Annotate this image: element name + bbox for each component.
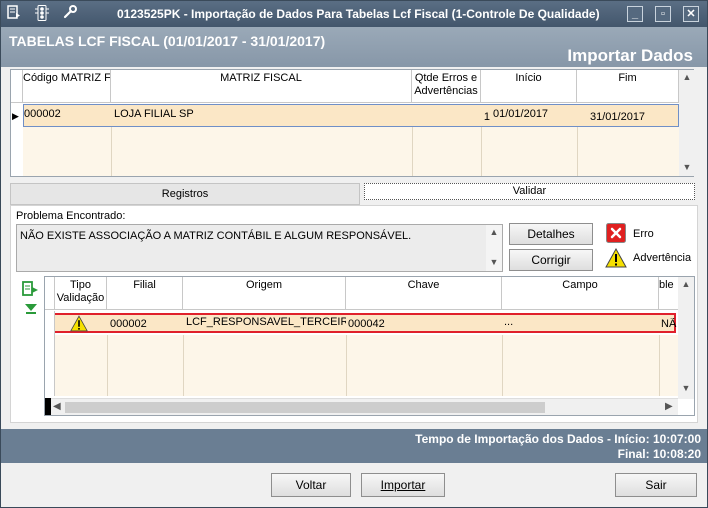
cell-origem: LCF_RESPONSAVEL_TERCEIRO [186, 316, 346, 328]
matriz-grid[interactable]: Código MATRIZ FISCAL MATRIZ FISCAL Qtde … [10, 69, 695, 177]
validation-grid[interactable]: Tipo Validação Filial Origem Chave Campo… [44, 276, 695, 416]
cell-codigo: 000002 [24, 108, 61, 120]
scroll-down-icon[interactable]: ▼ [678, 383, 694, 393]
row-pointer-icon: ▶ [12, 111, 19, 121]
scroll-up-icon[interactable]: ▲ [486, 227, 502, 237]
grid-divider [412, 127, 413, 176]
scroll-up-icon[interactable]: ▲ [678, 279, 694, 289]
status-bar: Tempo de Importação dos Dados - Início: … [1, 429, 707, 463]
scroll-left-icon[interactable]: ◀ [53, 401, 61, 412]
page-header: TABELAS LCF FISCAL (01/01/2017 - 31/01/2… [1, 27, 707, 67]
grid-divider [346, 335, 347, 396]
cell-fim: 31/01/2017 [590, 111, 646, 123]
wrench-icon[interactable] [61, 5, 79, 22]
empty-rows-area [55, 335, 679, 396]
status-start-time: Tempo de Importação dos Dados - Início: … [415, 432, 701, 446]
grid-left-bar [45, 398, 51, 415]
validar-panel: Problema Encontrado: NÃO EXISTE ASSOCIAÇ… [10, 205, 698, 423]
col-header-inicio[interactable]: Início [481, 70, 577, 103]
menu-icon[interactable] [5, 5, 23, 22]
scroll-right-icon[interactable]: ▶ [665, 401, 673, 412]
cell-filial: 000002 [110, 318, 147, 330]
warning-icon [605, 247, 627, 268]
grid-divider [183, 335, 184, 396]
col-header-codigo[interactable]: Código MATRIZ FISCAL [23, 70, 111, 103]
sair-button[interactable]: Sair [615, 473, 697, 497]
grid-divider [659, 335, 660, 396]
cell-qtde: 1 [483, 111, 490, 123]
cell-chave: 000042 [348, 318, 385, 330]
grid-divider [111, 127, 112, 176]
main-window: 0123525PK - Importação de Dados Para Tab… [0, 0, 708, 508]
problem-label: Problema Encontrado: [16, 210, 126, 222]
minimize-button[interactable]: _ [627, 6, 643, 22]
importar-button[interactable]: Importar [361, 473, 445, 497]
hscroll-thumb[interactable] [65, 402, 545, 413]
problem-textbox[interactable]: NÃO EXISTE ASSOCIAÇÃO A MATRIZ CONTÁBIL … [16, 224, 503, 272]
problem-text: NÃO EXISTE ASSOCIAÇÃO A MATRIZ CONTÁBIL … [20, 230, 412, 242]
grid-divider [481, 127, 482, 176]
grid-divider [502, 335, 503, 396]
cell-inicio: 01/01/2017 [493, 108, 549, 120]
window-title: 0123525PK - Importação de Dados Para Tab… [117, 7, 600, 21]
table-row[interactable]: 000002 LOJA FILIAL SP 1 01/01/2017 31/01… [23, 104, 679, 127]
title-bar: 0123525PK - Importação de Dados Para Tab… [1, 1, 707, 27]
col-header-fim[interactable]: Fim [577, 70, 679, 103]
col-header-campo[interactable]: Campo [502, 277, 659, 310]
col-header-chave[interactable]: Chave [346, 277, 502, 310]
col-header-qtde[interactable]: Qtde Erros e Advertências [412, 70, 481, 103]
row-indicator-header [11, 70, 23, 103]
tab-validar[interactable]: Validar [364, 183, 695, 200]
col-header-origem[interactable]: Origem [183, 277, 346, 310]
scroll-down-icon[interactable]: ▼ [679, 162, 695, 172]
tab-label: Validar [512, 185, 547, 197]
warning-icon [70, 315, 88, 332]
table-row[interactable]: 000002 LCF_RESPONSAVEL_TERCEIRO 000042 .… [50, 313, 676, 333]
cell-extra: NÃ [661, 318, 677, 330]
row-indicator-header [45, 277, 55, 310]
validation-grid-hscrollbar[interactable]: ◀ ▶ [45, 398, 678, 415]
row-header-strip [45, 311, 55, 396]
col-header-tipo[interactable]: Tipo Validação [55, 277, 107, 310]
voltar-button[interactable]: Voltar [271, 473, 351, 497]
grid-divider [107, 335, 108, 396]
corrigir-button[interactable]: Corrigir [509, 249, 593, 271]
validation-grid-vscrollbar[interactable]: ▲ ▼ [678, 277, 694, 399]
legend-erro-label: Erro [633, 228, 654, 240]
export-icon[interactable] [21, 280, 39, 298]
scroll-up-icon[interactable]: ▲ [679, 72, 695, 82]
restore-button[interactable]: ▫ [655, 6, 671, 22]
status-end-time: Final: 10:08:20 [617, 447, 701, 461]
page-title: TABELAS LCF FISCAL (01/01/2017 - 31/01/2… [9, 33, 326, 49]
error-icon [606, 223, 626, 243]
page-subtitle: Importar Dados [567, 46, 693, 65]
detalhes-button[interactable]: Detalhes [509, 223, 593, 245]
empty-rows-area [23, 127, 679, 176]
top-grid-scrollbar[interactable]: ▲ ▼ [679, 70, 695, 176]
tab-label: Registros [161, 188, 209, 200]
close-button[interactable]: ✕ [683, 6, 699, 22]
col-header-filial[interactable]: Filial [107, 277, 183, 310]
legend-advertencia-label: Advertência [633, 252, 692, 264]
cell-matriz: LOJA FILIAL SP [114, 108, 194, 120]
col-header-matriz[interactable]: MATRIZ FISCAL [111, 70, 412, 103]
grid-divider [577, 127, 578, 176]
filter-icon[interactable] [23, 302, 39, 316]
problem-scrollbar[interactable]: ▲ ▼ [486, 225, 502, 271]
cell-campo: ... [504, 316, 514, 328]
traffic-light-icon[interactable] [33, 5, 51, 22]
tab-registros[interactable]: Registros [10, 183, 360, 205]
scroll-down-icon[interactable]: ▼ [486, 257, 502, 267]
col-header-extra[interactable]: ble [659, 277, 679, 310]
